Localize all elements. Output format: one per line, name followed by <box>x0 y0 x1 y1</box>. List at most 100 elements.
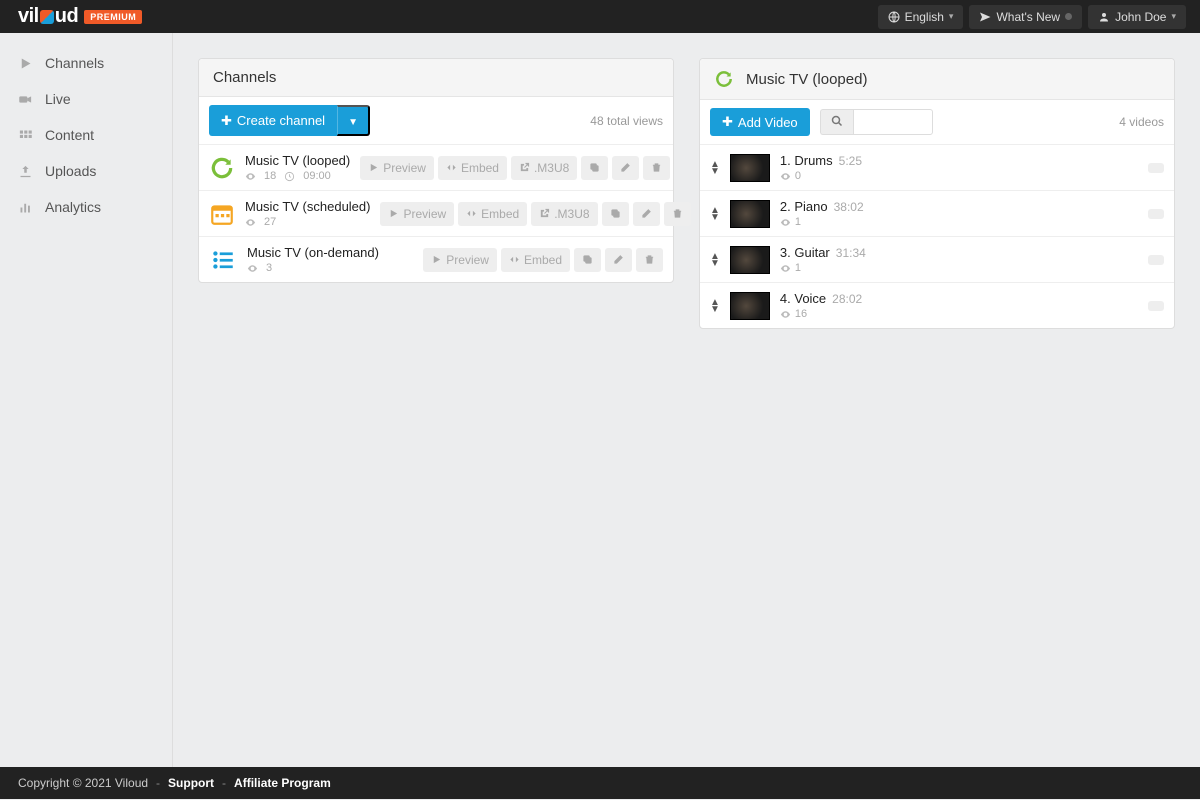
copy-button[interactable] <box>574 248 601 272</box>
channel-views: 3 <box>266 262 272 274</box>
drag-handle-icon[interactable]: ▲▼ <box>710 253 720 267</box>
eye-icon <box>245 171 256 182</box>
create-channel-label: Create channel <box>237 113 325 128</box>
drag-handle-icon[interactable]: ▲▼ <box>710 299 720 313</box>
eye-icon <box>780 309 791 320</box>
video-views: 1 <box>795 216 801 228</box>
brand-name: vilud <box>18 5 78 28</box>
play-icon <box>18 56 33 71</box>
delete-video-button[interactable] <box>1148 301 1164 311</box>
videos-panel: Music TV (looped) ✚ Add Video 4 videos ▲… <box>699 58 1175 329</box>
channel-actions: PreviewEmbed.M3U8 <box>360 156 670 180</box>
drag-handle-icon[interactable]: ▲▼ <box>710 161 720 175</box>
embed-button[interactable]: Embed <box>438 156 507 180</box>
edit-button[interactable] <box>605 248 632 272</box>
video-views: 0 <box>795 170 801 182</box>
language-label: English <box>905 10 944 24</box>
delete-video-button[interactable] <box>1148 209 1164 219</box>
copyright: Copyright © 2021 Viloud <box>18 776 148 790</box>
caret-down-icon: ▼ <box>348 117 358 128</box>
video-row[interactable]: ▲▼ 1. Drums 5:25 0 <box>700 145 1174 191</box>
video-row[interactable]: ▲▼4. Voice28:0216 <box>700 283 1174 328</box>
delete-button[interactable] <box>643 156 670 180</box>
channel-views: 18 <box>264 170 276 182</box>
video-duration: 28:02 <box>832 292 862 306</box>
video-row[interactable]: ▲▼2. Piano38:021 <box>700 191 1174 237</box>
m3u8-button[interactable]: .M3U8 <box>531 202 597 226</box>
support-link[interactable]: Support <box>168 776 214 790</box>
channel-list: Music TV (looped)1809:00PreviewEmbed.M3U… <box>199 145 673 282</box>
video-thumbnail <box>730 292 770 320</box>
sidebar-item-label: Uploads <box>45 163 96 179</box>
preview-button[interactable]: Preview <box>360 156 434 180</box>
upload-icon <box>18 164 33 179</box>
sidebar-item-channels[interactable]: Channels <box>0 45 172 81</box>
channel-type-icon <box>209 154 235 182</box>
video-thumbnail <box>730 154 770 182</box>
create-channel-split: ✚ Create channel ▼ <box>209 105 370 136</box>
channel-type-icon <box>209 246 237 274</box>
sidebar-item-label: Live <box>45 91 71 107</box>
create-channel-button[interactable]: ✚ Create channel <box>209 105 337 136</box>
panel-title: Channels <box>213 69 276 86</box>
video-duration: 5:25 <box>839 154 862 168</box>
language-selector[interactable]: English ▾ <box>878 5 964 29</box>
video-title: 1. Drums <box>780 153 833 168</box>
channel-info: Music TV (scheduled)27 <box>245 199 370 228</box>
copy-button[interactable] <box>581 156 608 180</box>
sidebar-item-live[interactable]: Live <box>0 81 172 117</box>
channels-panel-header: Channels <box>199 59 673 97</box>
channel-info: Music TV (on-demand) 3 <box>247 245 379 274</box>
channels-toolbar: ✚ Create channel ▼ 48 total views <box>199 97 673 145</box>
channel-row[interactable]: Music TV (looped)1809:00PreviewEmbed.M3U… <box>199 145 673 191</box>
edit-button[interactable] <box>633 202 660 226</box>
edit-button[interactable] <box>612 156 639 180</box>
create-channel-dropdown[interactable]: ▼ <box>337 105 370 136</box>
drag-handle-icon[interactable]: ▲▼ <box>710 207 720 221</box>
copy-button[interactable] <box>602 202 629 226</box>
m3u8-button[interactable]: .M3U8 <box>511 156 577 180</box>
delete-video-button[interactable] <box>1148 255 1164 265</box>
chart-icon <box>18 200 33 215</box>
video-count: 4 videos <box>1119 115 1164 129</box>
delete-button[interactable] <box>636 248 663 272</box>
video-title: 3. Guitar <box>780 245 830 260</box>
camera-icon <box>18 92 33 107</box>
sidebar-item-content[interactable]: Content <box>0 117 172 153</box>
delete-button[interactable] <box>664 202 691 226</box>
plus-icon: ✚ <box>722 114 733 130</box>
user-menu[interactable]: John Doe ▾ <box>1088 5 1186 29</box>
delete-video-button[interactable] <box>1148 163 1164 173</box>
channel-title: Music TV (looped) <box>245 153 350 168</box>
affiliate-link[interactable]: Affiliate Program <box>234 776 331 790</box>
video-thumbnail <box>730 200 770 228</box>
add-video-label: Add Video <box>738 115 798 130</box>
whats-new-button[interactable]: What's New <box>969 5 1082 29</box>
video-info: 4. Voice28:0216 <box>780 291 1138 320</box>
main-content: Channels ✚ Create channel ▼ 48 total vie… <box>173 33 1200 767</box>
loop-icon <box>714 69 734 89</box>
video-meta: 1 <box>780 216 1138 228</box>
sidebar-item-uploads[interactable]: Uploads <box>0 153 172 189</box>
preview-button[interactable]: Preview <box>380 202 454 226</box>
premium-badge: PREMIUM <box>84 10 142 24</box>
videos-toolbar: ✚ Add Video 4 videos <box>700 100 1174 145</box>
add-video-button[interactable]: ✚ Add Video <box>710 108 810 136</box>
preview-button[interactable]: Preview <box>423 248 497 272</box>
notification-dot-icon <box>1065 13 1072 20</box>
channel-title: Music TV (on-demand) <box>247 245 379 260</box>
brand[interactable]: vilud PREMIUM <box>18 5 142 28</box>
channel-row[interactable]: Music TV (on-demand) 3 PreviewEmbed <box>199 237 673 282</box>
plus-icon: ✚ <box>221 113 232 129</box>
video-row[interactable]: ▲▼3. Guitar31:341 <box>700 237 1174 283</box>
video-duration: 38:02 <box>834 200 864 214</box>
embed-button[interactable]: Embed <box>501 248 570 272</box>
sidebar-item-analytics[interactable]: Analytics <box>0 189 172 225</box>
embed-button[interactable]: Embed <box>458 202 527 226</box>
channel-row[interactable]: Music TV (scheduled)27 PreviewEmbed.M3U8 <box>199 191 673 237</box>
chevron-down-icon: ▾ <box>1171 11 1176 22</box>
sidebar-item-label: Content <box>45 127 94 143</box>
video-title: 4. Voice <box>780 291 826 306</box>
channel-actions: PreviewEmbed <box>423 248 663 272</box>
search-input[interactable] <box>853 109 933 135</box>
